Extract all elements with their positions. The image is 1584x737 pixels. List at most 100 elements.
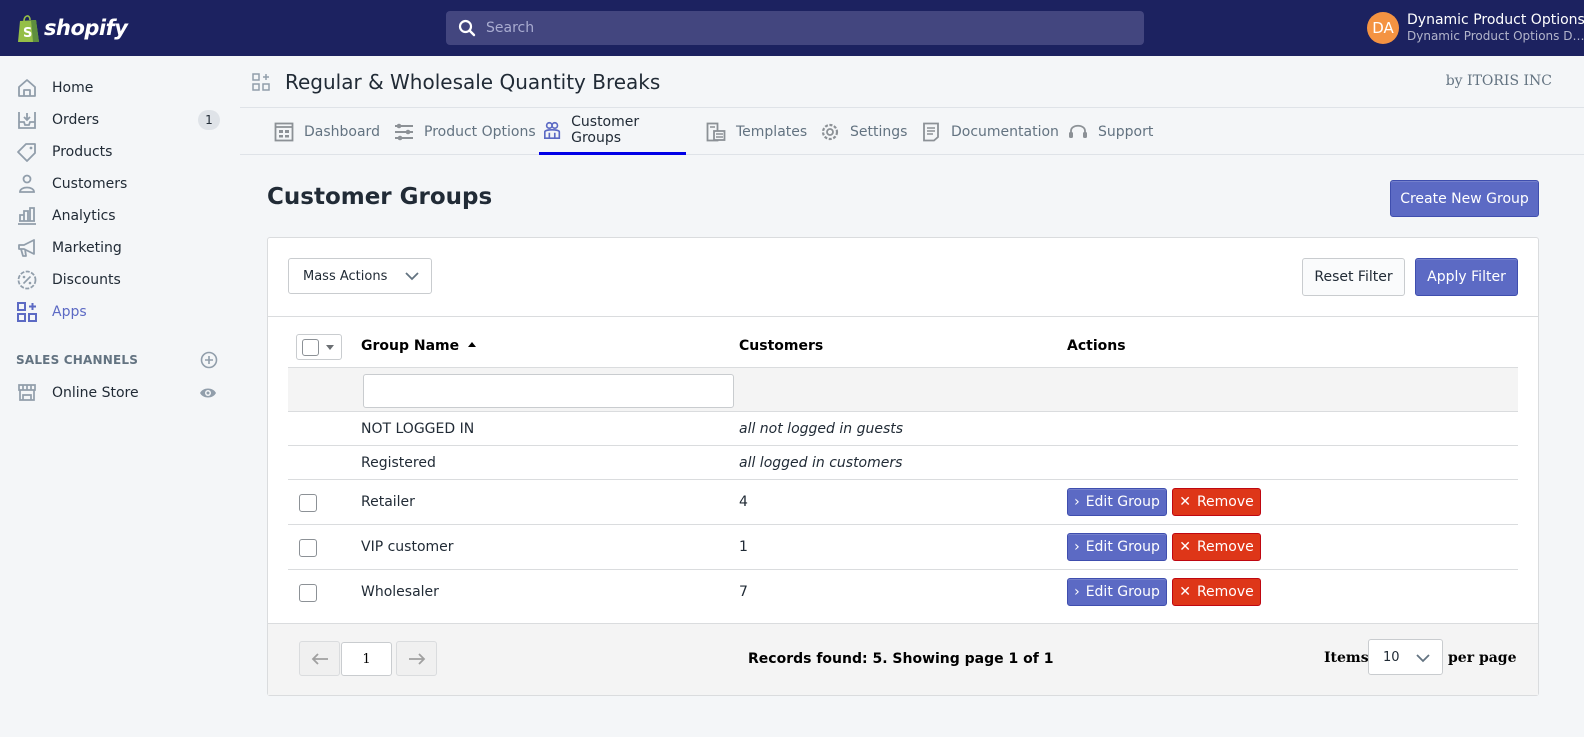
table-row: VIP customer 1 › Edit Group ✕ Remove — [288, 525, 1518, 570]
arrow-right-icon — [408, 652, 425, 665]
next-page-button[interactable] — [396, 641, 437, 676]
row-checkbox[interactable] — [299, 539, 317, 557]
account-menu[interactable]: DA Dynamic Product Options Dynamic Produ… — [1367, 12, 1584, 44]
row-checkbox[interactable] — [299, 494, 317, 512]
group-name-filter-input[interactable] — [363, 374, 734, 408]
create-new-group-button[interactable]: Create New Group — [1390, 180, 1539, 217]
sidebar-item-marketing[interactable]: Marketing — [0, 232, 240, 264]
page-title: Customer Groups — [267, 184, 493, 210]
row-checkbox[interactable] — [299, 584, 317, 602]
dashboard-icon — [274, 122, 294, 141]
table-row: Wholesaler 7 › Edit Group ✕ Remove — [288, 570, 1518, 615]
app-tabs: Dashboard Product Options Customer Group… — [240, 108, 1584, 155]
sidebar-item-apps[interactable]: Apps — [0, 296, 240, 328]
sidebar-item-orders[interactable]: Orders 1 — [0, 104, 240, 136]
table-row: Registered all logged in customers — [288, 446, 1518, 480]
search-icon — [458, 19, 476, 37]
tab-dashboard[interactable]: Dashboard — [270, 108, 384, 155]
page-number-input[interactable] — [341, 642, 392, 676]
avatar: DA — [1367, 12, 1399, 44]
person-icon — [19, 174, 35, 193]
headset-icon — [1069, 124, 1087, 138]
group-name: VIP customer — [361, 539, 454, 555]
close-icon: ✕ — [1179, 494, 1191, 510]
customers-value: 4 — [739, 494, 748, 510]
sidebar-item-customers[interactable]: Customers — [0, 168, 240, 200]
tab-settings[interactable]: Settings — [816, 108, 911, 155]
group-name: Wholesaler — [361, 584, 439, 600]
sidebar-item-home[interactable]: Home — [0, 72, 240, 104]
eye-icon[interactable] — [199, 384, 217, 402]
templates-icon — [706, 122, 726, 141]
customers-value: 1 — [739, 539, 748, 555]
tab-label: Documentation — [951, 123, 1059, 140]
tab-templates[interactable]: Templates — [702, 108, 811, 155]
caret-down-icon — [326, 345, 334, 350]
chevron-right-icon: › — [1074, 539, 1080, 555]
column-header-group-name[interactable]: Group Name — [361, 338, 477, 354]
chevron-right-icon: › — [1074, 584, 1080, 600]
tab-label: Support — [1098, 123, 1154, 140]
tab-customer-groups[interactable]: Customer Groups — [539, 108, 686, 155]
search-input[interactable] — [486, 20, 1126, 36]
shopify-bag-icon: S — [18, 15, 39, 42]
group-name: Registered — [361, 455, 436, 471]
sidebar-item-online-store[interactable]: Online Store — [0, 377, 240, 409]
edit-group-button[interactable]: › Edit Group — [1067, 488, 1167, 516]
select-all-checkbox[interactable] — [302, 339, 319, 356]
sliders-icon — [395, 123, 413, 140]
sidebar-item-products[interactable]: Products — [0, 136, 240, 168]
items-per-page-select[interactable]: 10 — [1368, 639, 1443, 675]
shopify-logo[interactable]: S shopify — [16, 13, 128, 43]
column-header-customers: Customers — [739, 338, 824, 354]
bar-chart-icon — [18, 207, 36, 225]
svg-text:S: S — [23, 26, 32, 41]
sort-ascending-icon — [468, 342, 477, 347]
gear-icon — [821, 123, 839, 140]
sales-channels-heading: SALES CHANNELS — [16, 353, 139, 367]
remove-group-button[interactable]: ✕ Remove — [1172, 488, 1261, 516]
tab-label: Customer Groups — [571, 114, 640, 146]
previous-page-button[interactable] — [299, 641, 340, 676]
tag-icon — [17, 143, 36, 162]
sidebar-item-label: Products — [52, 144, 113, 160]
group-name: NOT LOGGED IN — [361, 421, 475, 437]
apps-icon — [17, 302, 37, 322]
sidebar-item-discounts[interactable]: Discounts — [0, 264, 240, 296]
discount-icon — [17, 270, 37, 290]
per-page-value: 10 — [1383, 649, 1400, 665]
column-header-actions: Actions — [1067, 338, 1126, 354]
apply-filter-button[interactable]: Apply Filter — [1415, 258, 1518, 296]
customers-value: all not logged in guests — [739, 421, 904, 437]
sidebar-item-analytics[interactable]: Analytics — [0, 200, 240, 232]
mass-actions-select[interactable]: Mass Actions — [288, 258, 432, 294]
sidebar: Home Orders 1 Products Customers Analyti… — [0, 56, 240, 737]
add-channel-icon[interactable] — [200, 351, 218, 369]
select-all-dropdown[interactable] — [296, 334, 342, 360]
chevron-down-icon — [1416, 654, 1430, 663]
group-name: Retailer — [361, 494, 415, 510]
sidebar-item-label: Discounts — [52, 272, 121, 288]
remove-group-button[interactable]: ✕ Remove — [1172, 578, 1261, 606]
edit-group-button[interactable]: › Edit Group — [1067, 578, 1167, 606]
remove-label: Remove — [1196, 584, 1254, 600]
remove-group-button[interactable]: ✕ Remove — [1172, 533, 1261, 561]
reset-filter-button[interactable]: Reset Filter — [1302, 258, 1405, 296]
home-icon — [18, 79, 36, 97]
orders-icon — [18, 112, 36, 129]
edit-group-button[interactable]: › Edit Group — [1067, 533, 1167, 561]
edit-label: Edit Group — [1085, 494, 1160, 510]
sidebar-item-label: Customers — [52, 176, 128, 192]
close-icon: ✕ — [1179, 539, 1191, 555]
tab-support[interactable]: Support — [1064, 108, 1157, 155]
table-row: Retailer 4 › Edit Group ✕ Remove — [288, 480, 1518, 525]
main-content: Regular & Wholesale Quantity Breaks by I… — [240, 56, 1584, 737]
tab-documentation[interactable]: Documentation — [917, 108, 1063, 155]
edit-label: Edit Group — [1085, 539, 1160, 555]
apps-icon — [252, 73, 270, 91]
tab-product-options[interactable]: Product Options — [390, 108, 540, 155]
groups-card: Mass Actions Reset Filter Apply Filter G… — [267, 237, 1539, 696]
customers-value: 7 — [739, 584, 748, 600]
search-bar[interactable] — [446, 11, 1144, 45]
sidebar-item-label: Analytics — [52, 208, 116, 224]
